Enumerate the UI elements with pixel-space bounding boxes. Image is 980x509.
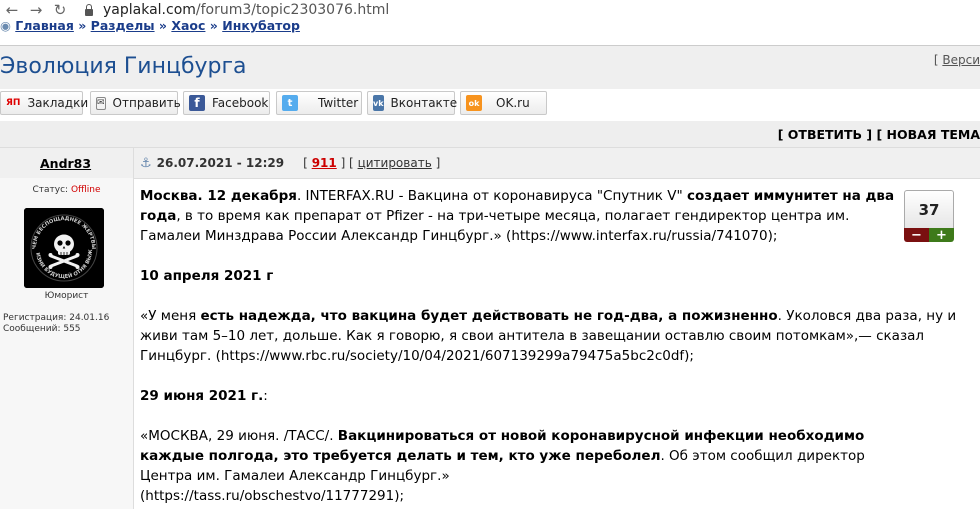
tass-link[interactable]: (https://tass.ru/obschestvo/11777291); [140, 486, 900, 506]
back-arrow-icon[interactable]: ← [0, 1, 24, 19]
paragraph-2: «У меня есть надежда, что вакцина будет … [140, 308, 957, 364]
send-button[interactable]: ✉ Отправить [90, 91, 181, 115]
heading-june: 29 июня 2021 г.: [140, 388, 268, 404]
header-divider [133, 148, 134, 178]
user-messages: Сообщений: 555 [3, 324, 81, 334]
lock-icon [84, 4, 94, 16]
rating-score: 37 [904, 190, 954, 228]
mail-icon: ✉ [96, 96, 106, 110]
rating-box: 37 − + [904, 190, 954, 244]
breadcrumb-chaos[interactable]: Хаос [171, 20, 205, 33]
forward-arrow-icon[interactable]: → [24, 1, 48, 19]
post-header: Andr83 ⚓ 26.07.2021 - 12:29 [ 911 ] [ цит… [0, 147, 980, 179]
breadcrumb-sections[interactable]: Разделы [91, 20, 155, 33]
topic-header: Эволюция Гинцбурга [ Верси [0, 45, 980, 90]
bookmarks-button[interactable]: ЯП Закладки [0, 91, 88, 115]
heading-april: 10 апреля 2021 г [140, 268, 274, 284]
vk-icon: vk [373, 95, 384, 111]
url-host: yaplakal.com [103, 2, 196, 18]
version-link-wrap: [ Верси [933, 53, 980, 67]
user-rank: Юморист [44, 291, 89, 301]
odnoklassniki-button[interactable]: ok OK.ru [460, 91, 547, 115]
user-panel: Статус: Offline ЧЕМ БЕСПОЩАДНЕЕ ЖЕРТВЫ В… [0, 178, 134, 509]
actions-bar: [ ОТВЕТИТЬ ] [ НОВАЯ ТЕМА [0, 121, 980, 147]
post-date: 26.07.2021 - 12:29 [156, 156, 285, 170]
reply-link[interactable]: ОТВЕТИТЬ [788, 127, 862, 142]
twitter-button[interactable]: t Twitter [276, 91, 362, 115]
vkontakte-button[interactable]: vk Вконтакте [367, 91, 457, 115]
post-body: Москва. 12 декабря. INTERFAX.RU - Вакцин… [140, 186, 956, 506]
facebook-icon: f [189, 95, 205, 111]
user-registration: Регистрация: 24.01.16 [3, 313, 110, 323]
breadcrumb: ◉ Главная » Разделы » Хаос » Инкубатор [0, 20, 300, 33]
skull-avatar-image: ЧЕМ БЕСПОЩАДНЕЕ ЖЕРТВЫ В ЖИЗНИ БУДУЩЕЙ О… [24, 208, 104, 288]
address-bar[interactable]: yaplakal.com/forum3/topic2303076.html [84, 2, 389, 18]
paragraph-1: Москва. 12 декабря. INTERFAX.RU - Вакцин… [140, 188, 895, 244]
vote-down-button[interactable]: − [904, 228, 929, 243]
post-number[interactable]: 911 [312, 156, 337, 170]
avatar[interactable]: ЧЕМ БЕСПОЩАДНЕЕ ЖЕРТВЫ В ЖИЗНИ БУДУЩЕЙ О… [24, 208, 104, 288]
paragraph-3: «МОСКВА, 29 июня. /ТАСС/. Вакцинироватьс… [140, 428, 865, 484]
breadcrumb-home[interactable]: Главная [15, 20, 74, 33]
post-meta: ⚓ 26.07.2021 - 12:29 [ 911 ] [ цитировать… [140, 156, 441, 171]
url-path: /forum3/topic2303076.html [195, 2, 390, 18]
browser-toolbar: ← → ↻ yaplakal.com/forum3/topic2303076.h… [0, 0, 980, 20]
vote-up-button[interactable]: + [929, 228, 954, 243]
anchor-icon[interactable]: ⚓ [140, 156, 152, 171]
status-offline: Offline [70, 185, 101, 195]
post-author[interactable]: Andr83 [40, 156, 91, 171]
share-bar: ЯП Закладки ✉ Отправить f Facebook t Twi… [0, 89, 980, 121]
reload-icon[interactable]: ↻ [48, 1, 72, 19]
version-link[interactable]: Верси [942, 53, 980, 67]
quote-link[interactable]: цитировать [358, 156, 432, 170]
user-stats: Регистрация: 24.01.16 Сообщений: 555 [3, 313, 109, 335]
page-title: Эволюция Гинцбурга [0, 54, 247, 79]
user-status: Статус: Offline [32, 185, 101, 195]
breadcrumb-incubator[interactable]: Инкубатор [222, 20, 300, 33]
new-topic-link[interactable]: НОВАЯ ТЕМА [887, 127, 980, 142]
odnoklassniki-icon: ok [466, 95, 482, 111]
home-icon: ◉ [0, 20, 11, 33]
twitter-icon: t [282, 95, 298, 111]
action-links: [ ОТВЕТИТЬ ] [ НОВАЯ ТЕМА [777, 127, 980, 142]
facebook-button[interactable]: f Facebook [183, 91, 270, 115]
yandex-bookmarks-icon: ЯП [6, 98, 21, 108]
